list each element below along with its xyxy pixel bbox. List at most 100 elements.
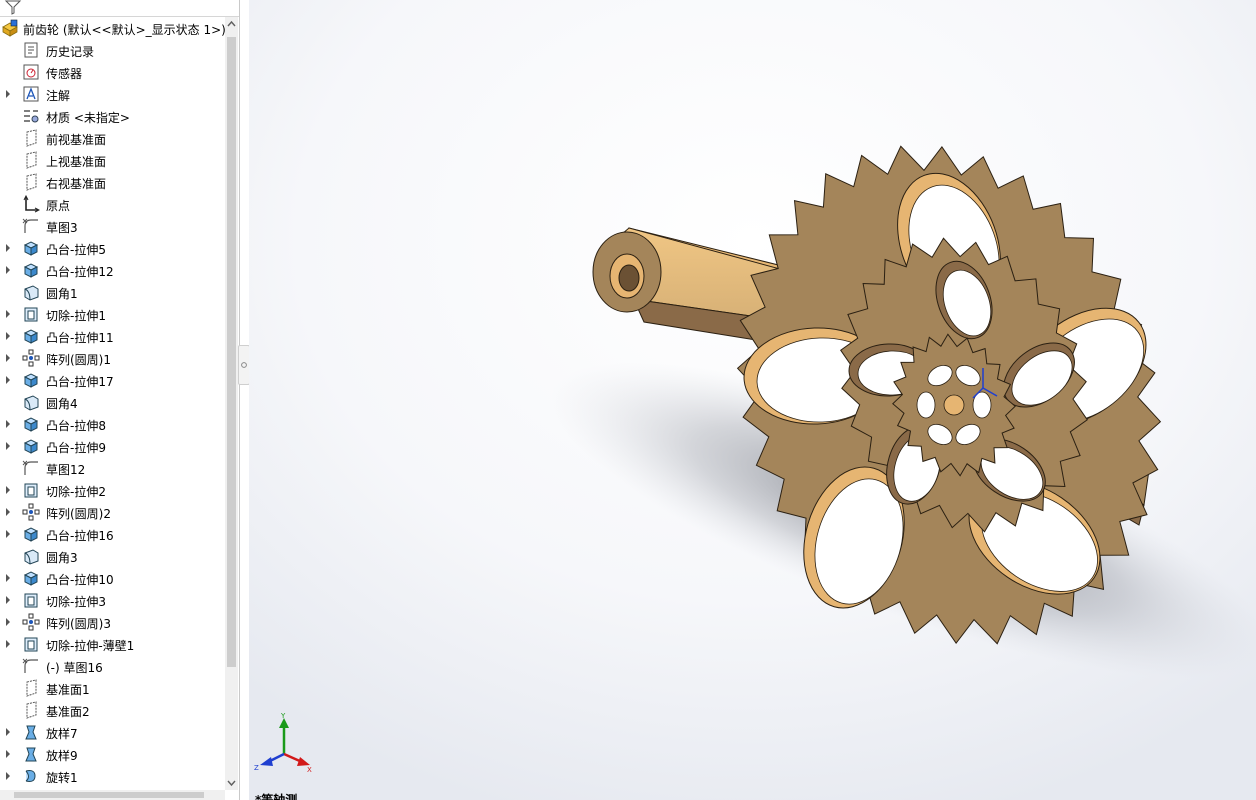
circular-pattern-icon <box>22 503 40 521</box>
tree-item[interactable]: 阵列(圆周)1 <box>0 347 225 369</box>
tree-item[interactable]: 阵列(圆周)3 <box>0 611 225 633</box>
tree-item[interactable]: 前视基准面 <box>0 127 225 149</box>
tree-item[interactable]: 上视基准面 <box>0 149 225 171</box>
reference-triad[interactable]: Y X Z <box>254 712 314 774</box>
fillet-icon <box>24 395 39 411</box>
expand-arrow-icon[interactable] <box>4 771 12 781</box>
scroll-up-arrow-icon[interactable] <box>225 17 238 31</box>
tree-item[interactable]: 凸台-拉伸11 <box>0 325 225 347</box>
tree-item-label: 草图3 <box>46 221 78 235</box>
tree-item-label: 凸台-拉伸5 <box>46 243 106 257</box>
tree-item-label: 右视基准面 <box>46 177 107 191</box>
tree-item[interactable]: 凸台-拉伸9 <box>0 435 225 457</box>
filter-icon[interactable] <box>3 0 23 15</box>
expand-arrow-icon[interactable] <box>4 265 12 275</box>
tree-item-label: 切除-拉伸-薄壁1 <box>46 639 135 653</box>
expand-arrow-icon[interactable] <box>4 595 12 605</box>
circular-pattern-icon <box>22 349 40 367</box>
tree-item-label: 凸台-拉伸16 <box>46 529 114 543</box>
sketch-icon <box>22 460 38 475</box>
tree-item[interactable]: 传感器 <box>0 61 225 83</box>
expand-arrow-icon[interactable] <box>4 441 12 451</box>
expand-arrow-icon[interactable] <box>4 639 12 649</box>
boss-extrude-icon <box>23 329 39 344</box>
triad-z-label: Z <box>254 764 259 772</box>
tree-item-label: 圆角3 <box>46 551 78 565</box>
expand-arrow-icon[interactable] <box>4 353 12 363</box>
tree-item[interactable]: 切除-拉伸-薄壁1 <box>0 633 225 655</box>
expand-arrow-icon[interactable] <box>4 529 12 539</box>
tree-item[interactable]: 凸台-拉伸12 <box>0 259 225 281</box>
part-icon <box>2 19 18 37</box>
tree-item[interactable]: 凸台-拉伸10 <box>0 567 225 589</box>
tree-item-label: 圆角4 <box>46 397 78 411</box>
tree-item[interactable]: 草图12 <box>0 457 225 479</box>
expand-arrow-icon[interactable] <box>4 617 12 627</box>
tree-item[interactable]: 凸台-拉伸17 <box>0 369 225 391</box>
model-scene[interactable] <box>249 0 1256 800</box>
sensor-icon <box>23 64 39 80</box>
expand-arrow-icon[interactable] <box>4 89 12 99</box>
tree-root-label: 前齿轮 (默认<<默认>_显示状态 1>) <box>23 23 225 37</box>
scroll-down-arrow-icon[interactable] <box>225 776 238 790</box>
sketch-icon <box>22 658 38 673</box>
feature-manager-tree: 前齿轮 (默认<<默认>_显示状态 1>) 历史记录传感器注解 材质 <未指定> 前… <box>0 0 240 800</box>
tree-scroll-thumb[interactable] <box>227 37 236 667</box>
tree-item[interactable]: 原点 <box>0 193 225 215</box>
expand-arrow-icon[interactable] <box>4 749 12 759</box>
expand-arrow-icon[interactable] <box>4 375 12 385</box>
tree-item-label: 切除-拉伸1 <box>46 309 106 323</box>
loft-icon <box>25 747 37 762</box>
tree-item[interactable]: 放样9 <box>0 743 225 765</box>
boss-extrude-icon <box>23 373 39 388</box>
tree-item[interactable]: 切除-拉伸2 <box>0 479 225 501</box>
tree-item[interactable]: 基准面2 <box>0 699 225 721</box>
tree-item[interactable]: 凸台-拉伸8 <box>0 413 225 435</box>
tree-hscroll-thumb[interactable] <box>14 792 204 798</box>
tree-item-label: 凸台-拉伸8 <box>46 419 106 433</box>
fillet-icon <box>24 549 39 565</box>
tree-root-part[interactable]: 前齿轮 (默认<<默认>_显示状态 1>) <box>0 17 225 39</box>
tree-item[interactable]: 历史记录 <box>0 39 225 61</box>
tree-item[interactable]: 凸台-拉伸16 <box>0 523 225 545</box>
boss-extrude-icon <box>23 417 39 432</box>
tree-item[interactable]: 草图3 <box>0 215 225 237</box>
tree-item[interactable]: 注解 <box>0 83 225 105</box>
tree-item-label: 凸台-拉伸11 <box>46 331 114 345</box>
tree-item[interactable]: 圆角4 <box>0 391 225 413</box>
expand-arrow-icon[interactable] <box>4 485 12 495</box>
tree-item[interactable]: 旋转1 <box>0 765 225 787</box>
tree-item[interactable]: (-) 草图16 <box>0 655 225 677</box>
graphics-viewport[interactable]: Y X Z *等轴测 <box>249 0 1256 800</box>
expand-arrow-icon[interactable] <box>4 309 12 319</box>
expand-arrow-icon[interactable] <box>4 243 12 253</box>
tree-vertical-scrollbar[interactable] <box>225 17 238 790</box>
expand-arrow-icon[interactable] <box>4 419 12 429</box>
expand-arrow-icon[interactable] <box>4 573 12 583</box>
tree-item[interactable]: 圆角1 <box>0 281 225 303</box>
tree-item-label: 切除-拉伸3 <box>46 595 106 609</box>
tree-item-label: 历史记录 <box>46 45 95 59</box>
tree-item-label: 传感器 <box>46 67 83 81</box>
tree-item[interactable]: 切除-拉伸3 <box>0 589 225 611</box>
tree-item[interactable]: 切除-拉伸1 <box>0 303 225 325</box>
triad-x-label: X <box>307 766 312 774</box>
tree-item[interactable]: 圆角3 <box>0 545 225 567</box>
tree-item-label: 基准面1 <box>46 683 90 697</box>
tree-item[interactable]: 放样7 <box>0 721 225 743</box>
cut-extrude-icon <box>24 593 38 608</box>
expand-arrow-icon[interactable] <box>4 727 12 737</box>
tree-item[interactable]: 材质 <未指定> <box>0 105 225 127</box>
small-ring-hub <box>943 394 965 416</box>
tree-item[interactable]: 阵列(圆周)2 <box>0 501 225 523</box>
tree-horizontal-scrollbar[interactable] <box>0 790 225 800</box>
tree-item[interactable]: 右视基准面 <box>0 171 225 193</box>
tree-item[interactable]: 凸台-拉伸5 <box>0 237 225 259</box>
tree-item[interactable]: 基准面1 <box>0 677 225 699</box>
tree-item-label: 凸台-拉伸12 <box>46 265 114 279</box>
expand-arrow-icon[interactable] <box>4 507 12 517</box>
expand-arrow-icon[interactable] <box>4 331 12 341</box>
tree-item-label: (-) 草图16 <box>46 661 103 675</box>
origin-icon <box>23 195 40 213</box>
plane-icon <box>26 129 37 147</box>
